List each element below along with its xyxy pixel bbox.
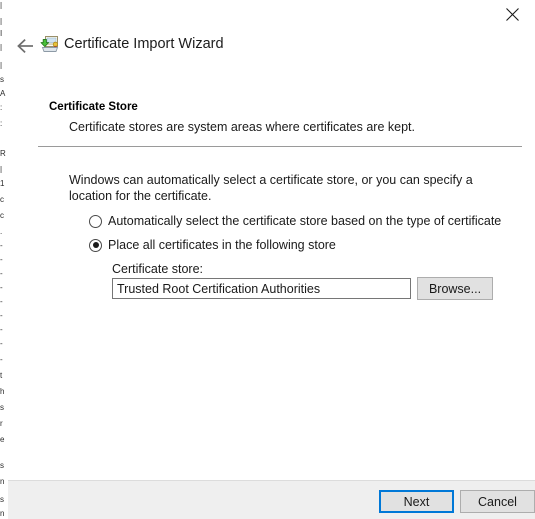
background-text-fragment: - bbox=[0, 298, 6, 305]
background-text-fragment: 1 bbox=[0, 180, 6, 187]
background-text-fragment: s bbox=[0, 404, 6, 411]
background-text-fragment: I bbox=[0, 30, 6, 37]
background-text-fragment: - bbox=[0, 256, 6, 263]
background-text-fragment: - bbox=[0, 356, 6, 363]
background-text-fragment: | bbox=[0, 18, 6, 25]
background-text-fragment: c bbox=[0, 196, 6, 203]
background-text-fragment: s bbox=[0, 462, 6, 469]
background-text-fragment: : bbox=[0, 120, 6, 127]
close-icon[interactable] bbox=[489, 0, 535, 29]
header-divider bbox=[38, 146, 522, 147]
wizard-header: Certificate Import Wizard bbox=[8, 30, 535, 62]
radio-place-in-store[interactable]: Place all certificates in the following … bbox=[89, 236, 336, 254]
background-text-fragment: c bbox=[0, 212, 6, 219]
background-text-fragment: | bbox=[0, 166, 6, 173]
background-text-fragment: | bbox=[0, 62, 6, 69]
radio-label: Place all certificates in the following … bbox=[108, 238, 336, 252]
radio-indicator-selected bbox=[89, 239, 102, 252]
radio-indicator bbox=[89, 215, 102, 228]
background-text-fragment: t bbox=[0, 372, 6, 379]
background-text-fragment: - bbox=[0, 312, 6, 319]
background-text-fragment: - bbox=[0, 270, 6, 277]
description-text: Windows can automatically select a certi… bbox=[69, 172, 494, 204]
next-button[interactable]: Next bbox=[379, 490, 454, 513]
certificate-import-icon bbox=[40, 34, 60, 54]
background-text-fragment: - bbox=[0, 284, 6, 291]
dialog-footer: Next Cancel bbox=[8, 480, 535, 519]
back-arrow-icon[interactable] bbox=[12, 34, 38, 58]
page-subtitle: Certificate stores are system areas wher… bbox=[69, 120, 415, 134]
content-pane: Certificate Store Certificate stores are… bbox=[8, 62, 535, 480]
background-text-fragment: | bbox=[0, 44, 6, 51]
background-text-fragment: e bbox=[0, 436, 6, 443]
background-text-fragment: - bbox=[0, 242, 6, 249]
background-text-fragment: n bbox=[0, 510, 6, 517]
background-text-fragment: - bbox=[0, 326, 6, 333]
background-text-fragment: n bbox=[0, 478, 6, 485]
background-text-fragment: s bbox=[0, 496, 6, 503]
background-text-fragment: - bbox=[0, 340, 6, 347]
background-text-fragment: A bbox=[0, 90, 6, 97]
certificate-store-label: Certificate store: bbox=[112, 262, 203, 276]
background-text-fragment: : bbox=[0, 104, 6, 111]
title-bar bbox=[8, 0, 535, 30]
background-text-fragment: h bbox=[0, 388, 6, 395]
radio-auto-select-store[interactable]: Automatically select the certificate sto… bbox=[89, 212, 501, 230]
certificate-store-input[interactable] bbox=[112, 278, 411, 299]
page-title: Certificate Store bbox=[49, 101, 138, 113]
background-window-edge: ||I||sA::R|1cc.---------thsresnsn bbox=[0, 0, 7, 519]
browse-button[interactable]: Browse... bbox=[417, 277, 493, 300]
background-text-fragment: R bbox=[0, 150, 6, 157]
certificate-import-wizard-dialog: Certificate Import Wizard Certificate St… bbox=[8, 0, 535, 519]
background-text-fragment: s bbox=[0, 76, 6, 83]
cancel-button[interactable]: Cancel bbox=[460, 490, 535, 513]
background-text-fragment: | bbox=[0, 2, 6, 9]
background-text-fragment: r bbox=[0, 420, 6, 427]
window-title: Certificate Import Wizard bbox=[64, 33, 224, 55]
radio-label: Automatically select the certificate sto… bbox=[108, 214, 501, 228]
background-text-fragment: . bbox=[0, 228, 6, 235]
